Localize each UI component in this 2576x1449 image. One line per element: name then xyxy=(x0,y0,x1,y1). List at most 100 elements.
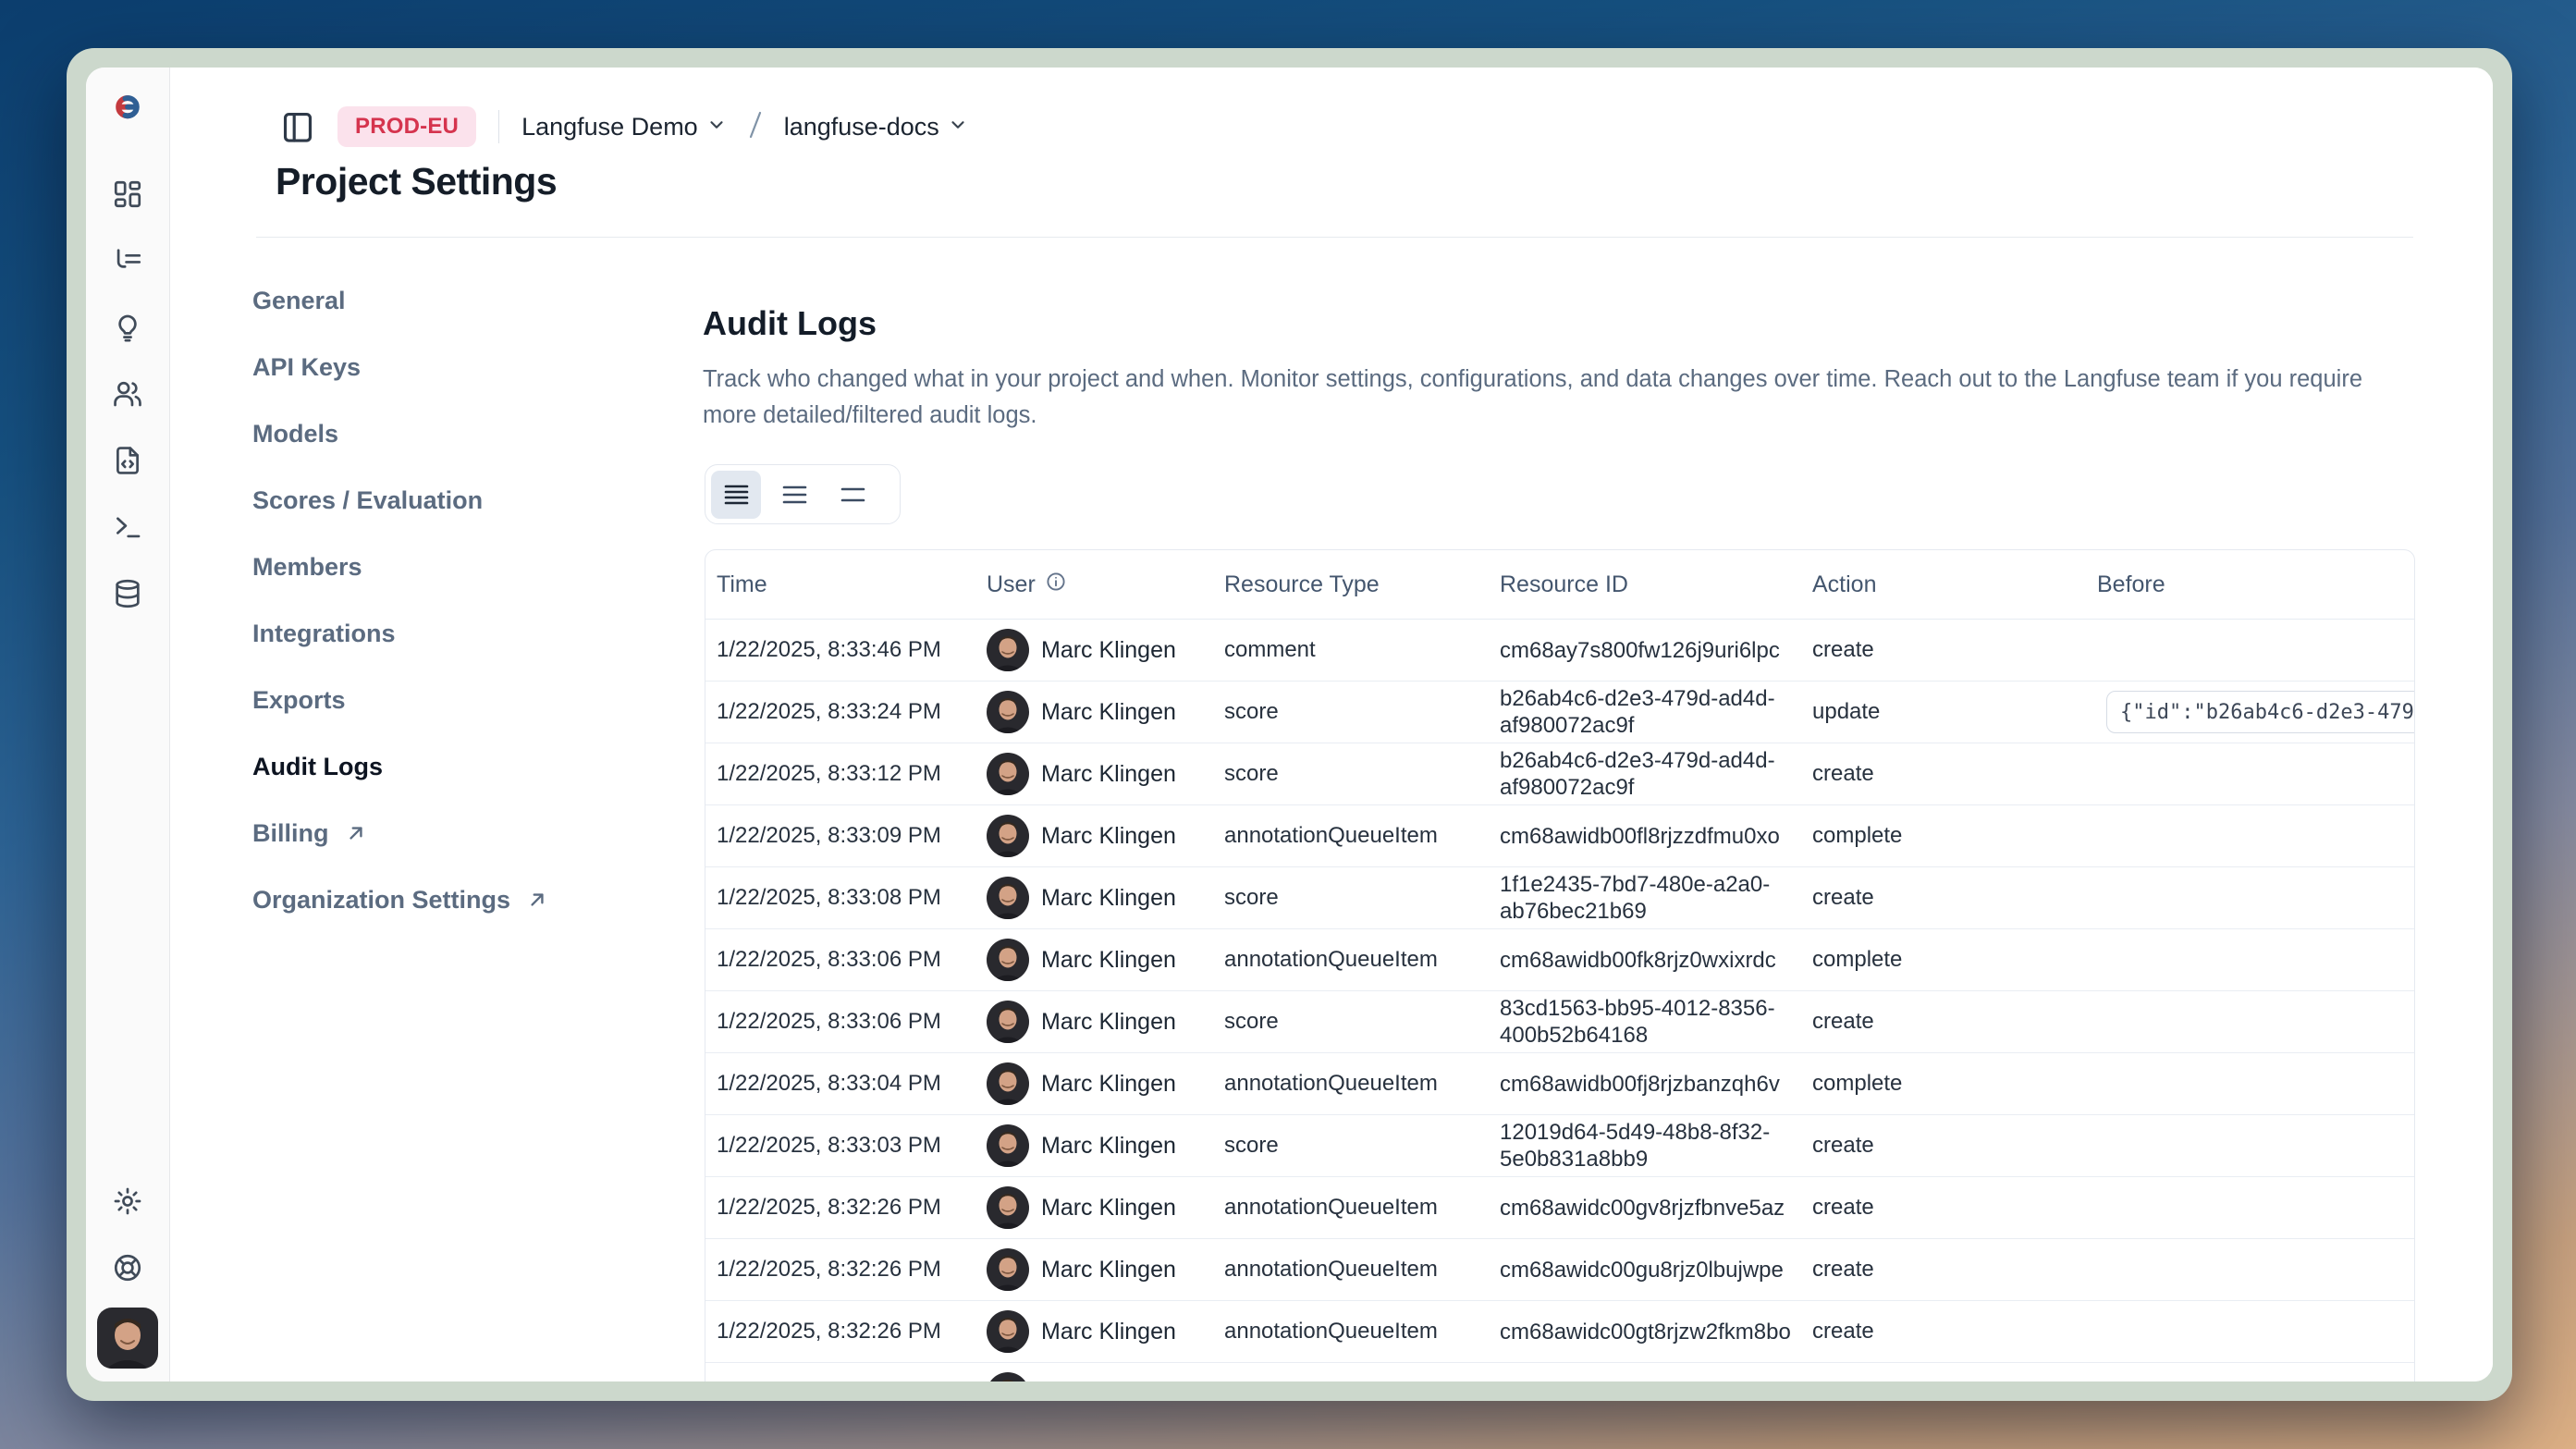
table-row[interactable]: 1/22/2025, 8:33:04 PMMarc Klingenannotat… xyxy=(705,1053,2414,1115)
table-row[interactable]: 1/22/2025, 8:32:26 PMMarc Klingenannotat… xyxy=(705,1177,2414,1239)
cell-action: create xyxy=(1801,885,2086,911)
breadcrumb-divider xyxy=(498,110,499,143)
column-header-user: User xyxy=(975,571,1213,599)
table-row[interactable]: 1/22/2025, 8:33:12 PMMarc Klingenscoreb2… xyxy=(705,743,2414,805)
settings-nav-general[interactable]: General xyxy=(252,282,549,319)
cell-action: create xyxy=(1801,1319,2086,1345)
column-header-label: Before xyxy=(2097,571,2165,598)
cell-action: complete xyxy=(1801,1071,2086,1097)
cell-user: Marc Klingen xyxy=(975,939,1213,981)
table-row[interactable]: 1/22/2025, 8:32:26 PMMarc Klingenannotat… xyxy=(705,1239,2414,1301)
column-header-label: Time xyxy=(717,571,767,598)
cell-resource-id: b26ab4c6-d2e3-479d-ad4d-af980072ac9f xyxy=(1489,747,1801,801)
cell-resource-type: score xyxy=(1213,885,1489,911)
user-name: Marc Klingen xyxy=(1041,823,1176,850)
table-row[interactable]: 1/22/2025, 8:32:26 PMMarc Klingenannotat… xyxy=(705,1363,2414,1381)
breadcrumb: PROD-EU Langfuse Demo langfuse-docs xyxy=(280,104,968,149)
cell-action: update xyxy=(1801,699,2086,725)
cell-user: Marc Klingen xyxy=(975,815,1213,857)
users-icon[interactable] xyxy=(112,378,143,410)
user-avatar xyxy=(987,1001,1029,1043)
cell-time: 1/22/2025, 8:32:26 PM xyxy=(705,1195,975,1221)
project-selector[interactable]: langfuse-docs xyxy=(784,113,968,141)
terminal-icon[interactable] xyxy=(112,511,143,543)
settings-nav-api-keys[interactable]: API Keys xyxy=(252,349,549,386)
cell-resource-type: score xyxy=(1213,1133,1489,1159)
table-row[interactable]: 1/22/2025, 8:33:06 PMMarc Klingenannotat… xyxy=(705,929,2414,991)
cell-before xyxy=(2086,991,2414,1052)
playground-icon[interactable] xyxy=(112,445,143,476)
cell-action: complete xyxy=(1801,947,2086,973)
table-row[interactable]: 1/22/2025, 8:33:09 PMMarc Klingenannotat… xyxy=(705,805,2414,867)
cell-resource-id: b26ab4c6-d2e3-479d-ad4d-af980072ac9f xyxy=(1489,685,1801,739)
settings-nav-members[interactable]: Members xyxy=(252,548,549,585)
rows-tall-button[interactable] xyxy=(711,471,761,519)
table-row[interactable]: 1/22/2025, 8:33:46 PMMarc Klingencomment… xyxy=(705,620,2414,682)
user-avatar xyxy=(987,1062,1029,1105)
settings-nav-billing[interactable]: Billing xyxy=(252,815,549,852)
header-divider xyxy=(256,237,2413,238)
settings-nav-models[interactable]: Models xyxy=(252,415,549,452)
nav-item-label: Organization Settings xyxy=(252,886,510,915)
cell-before: {"id":"b26ab4c6-d2e3-479d-a xyxy=(2086,682,2414,743)
nav-item-label: Integrations xyxy=(252,620,396,648)
user-avatar[interactable] xyxy=(97,1308,158,1369)
cell-resource-type: annotationQueueItem xyxy=(1213,1319,1489,1345)
settings-nav-integrations[interactable]: Integrations xyxy=(252,615,549,652)
user-name: Marc Klingen xyxy=(1041,637,1176,664)
org-selector[interactable]: Langfuse Demo xyxy=(521,113,727,141)
cell-user: Marc Klingen xyxy=(975,1248,1213,1291)
user-avatar xyxy=(987,1248,1029,1291)
cell-resource-type: score xyxy=(1213,699,1489,725)
settings-nav-audit-logs[interactable]: Audit Logs xyxy=(252,748,549,785)
user-name: Marc Klingen xyxy=(1041,947,1176,974)
settings-nav-organization-settings[interactable]: Organization Settings xyxy=(252,881,549,918)
rows-short-button[interactable] xyxy=(828,471,877,519)
cell-resource-type: annotationQueueItem xyxy=(1213,1195,1489,1221)
column-header-before: Before xyxy=(2086,571,2414,598)
cell-user: Marc Klingen xyxy=(975,1001,1213,1043)
before-json-preview[interactable]: {"id":"b26ab4c6-d2e3-479d-a xyxy=(2106,691,2414,733)
cell-resource-id: cm68ay7s800fw126j9uri6lpc xyxy=(1489,637,1801,664)
column-header-label: Action xyxy=(1812,571,1876,598)
chevron-down-icon xyxy=(706,115,727,140)
datasets-icon[interactable] xyxy=(112,578,143,609)
table-row[interactable]: 1/22/2025, 8:33:08 PMMarc Klingenscore1f… xyxy=(705,867,2414,929)
sidebar-toggle-icon[interactable] xyxy=(280,108,315,145)
table-row[interactable]: 1/22/2025, 8:33:06 PMMarc Klingenscore83… xyxy=(705,991,2414,1053)
cell-user: Marc Klingen xyxy=(975,753,1213,795)
nav-item-label: Members xyxy=(252,553,362,582)
nav-item-label: Scores / Evaluation xyxy=(252,486,483,515)
table-row[interactable]: 1/22/2025, 8:33:03 PMMarc Klingenscore12… xyxy=(705,1115,2414,1177)
cell-time: 1/22/2025, 8:33:03 PM xyxy=(705,1133,975,1159)
rows-medium-button[interactable] xyxy=(769,471,819,519)
environment-badge: PROD-EU xyxy=(337,106,476,147)
dashboard-icon[interactable] xyxy=(112,178,143,210)
app-window-content: PROD-EU Langfuse Demo langfuse-docs Proj… xyxy=(86,68,2493,1381)
table-header-row: TimeUserResource TypeResource IDActionBe… xyxy=(705,550,2414,620)
cell-resource-type: annotationQueueItem xyxy=(1213,947,1489,973)
user-avatar xyxy=(987,815,1029,857)
column-header-resource-type: Resource Type xyxy=(1213,571,1489,598)
settings-nav-exports[interactable]: Exports xyxy=(252,682,549,718)
settings-icon[interactable] xyxy=(112,1185,143,1217)
settings-nav-scores-evaluation[interactable]: Scores / Evaluation xyxy=(252,482,549,519)
cell-before xyxy=(2086,1053,2414,1114)
table-row[interactable]: 1/22/2025, 8:32:26 PMMarc Klingenannotat… xyxy=(705,1301,2414,1363)
nav-item-label: Audit Logs xyxy=(252,753,383,781)
cell-action: complete xyxy=(1801,823,2086,849)
cell-before xyxy=(2086,620,2414,681)
tracing-icon[interactable] xyxy=(112,245,143,276)
user-avatar xyxy=(987,753,1029,795)
cell-before xyxy=(2086,1239,2414,1300)
external-link-icon xyxy=(344,821,368,845)
nav-item-label: Models xyxy=(252,420,338,448)
support-icon[interactable] xyxy=(112,1252,143,1283)
info-icon[interactable] xyxy=(1045,571,1067,599)
cell-user: Marc Klingen xyxy=(975,877,1213,919)
settings-nav: General API Keys Models Scores / Evaluation… xyxy=(252,282,549,948)
cell-resource-type: comment xyxy=(1213,637,1489,663)
table-row[interactable]: 1/22/2025, 8:33:24 PMMarc Klingenscoreb2… xyxy=(705,682,2414,743)
prompts-icon[interactable] xyxy=(112,312,143,343)
cell-before xyxy=(2086,805,2414,866)
